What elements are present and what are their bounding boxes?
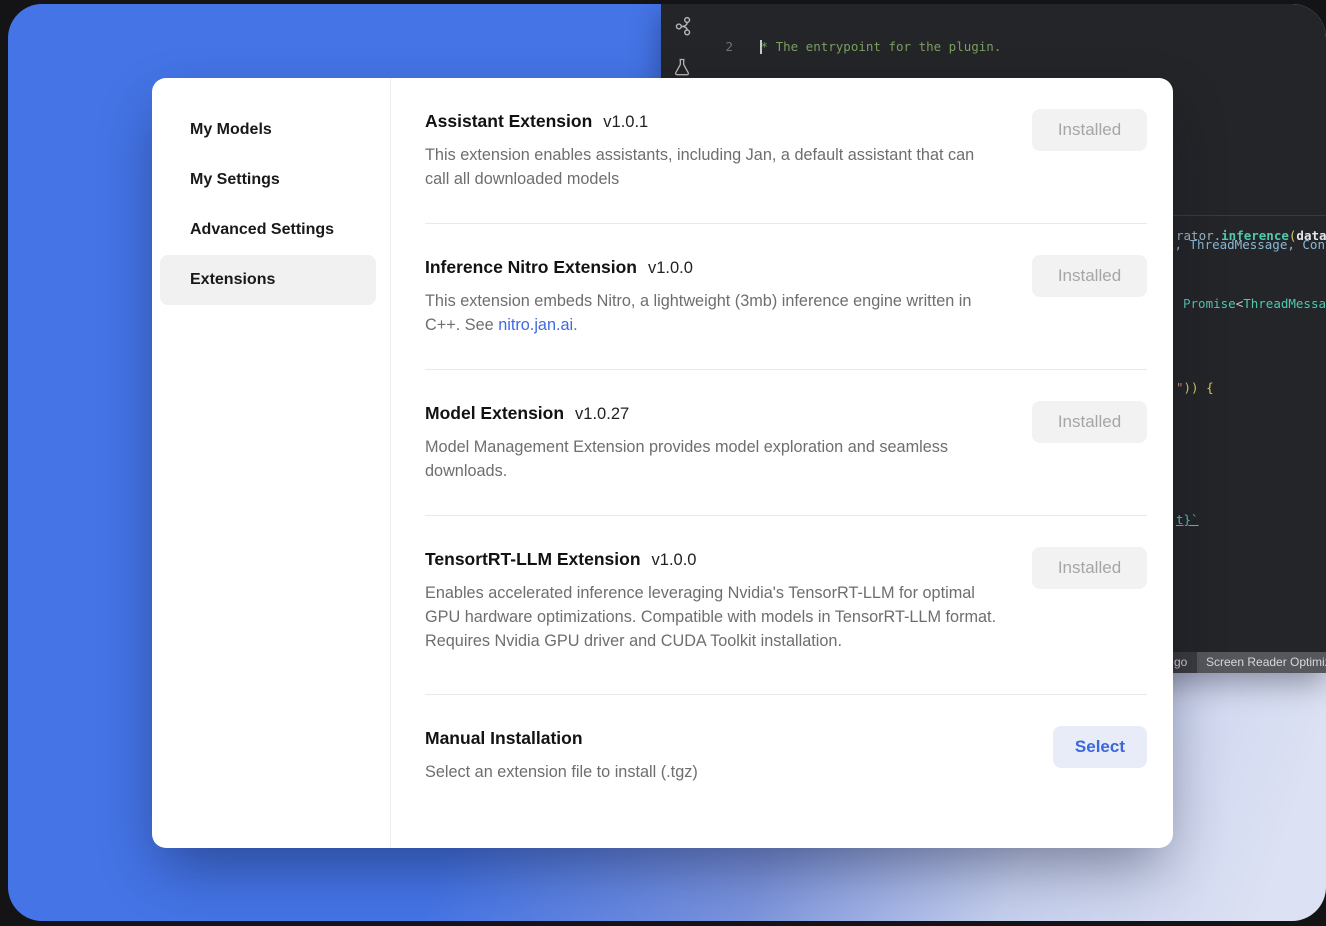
extension-description: Enables accelerated inference leveraging… [425,581,1003,653]
select-file-button[interactable]: Select [1053,726,1147,768]
source-control-icon [672,15,694,42]
extensions-list: Assistant Extensionv1.0.1 This extension… [391,78,1173,848]
extension-row-model: Model Extensionv1.0.27 Model Management … [425,370,1147,516]
screen-reader-status-item: Screen Reader Optimiz [1197,652,1326,673]
nitro-jan-ai-link[interactable]: nitro.jan.ai. [498,316,578,334]
sidebar-item-my-settings[interactable]: My Settings [160,155,376,205]
status-item: go [1174,655,1187,669]
sidebar-item-advanced-settings[interactable]: Advanced Settings [160,205,376,255]
installed-button[interactable]: Installed [1032,547,1147,589]
desktop-background: 2 * The entrypoint for the plugin. 3 */ … [0,0,1326,926]
extension-version: v1.0.0 [652,551,697,569]
text-cursor [760,40,762,54]
code-fragment: rator.inference(data)); [1176,228,1326,243]
installed-button[interactable]: Installed [1032,401,1147,443]
settings-sidebar: My Models My Settings Advanced Settings … [152,78,390,848]
extension-row-assistant: Assistant Extensionv1.0.1 This extension… [425,78,1147,224]
extension-version: v1.0.0 [648,259,693,277]
extension-description: Select an extension file to install (.tg… [425,760,1003,784]
code-line: 2 * The entrypoint for the plugin. [705,39,1326,56]
sidebar-item-extensions[interactable]: Extensions [160,255,376,305]
code-text: * The entrypoint for the plugin. [753,39,1001,56]
extension-row-inference-nitro: Inference Nitro Extensionv1.0.0 This ext… [425,224,1147,370]
hero-gradient-background: 2 * The entrypoint for the plugin. 3 */ … [8,4,1326,921]
installed-button[interactable]: Installed [1032,255,1147,297]
code-fragment: t}` [1176,512,1199,527]
extension-description: This extension embeds Nitro, a lightweig… [425,289,1003,337]
extension-version: v1.0.27 [575,405,629,423]
extension-version: v1.0.1 [603,113,648,131]
extension-description: Model Management Extension provides mode… [425,435,1003,483]
installed-button[interactable]: Installed [1032,109,1147,151]
extension-row-tensorrt-llm: TensortRT-LLM Extensionv1.0.0 Enables ac… [425,516,1147,695]
line-number: 2 [705,39,733,56]
sidebar-divider [390,78,391,848]
sidebar-item-my-models[interactable]: My Models [160,105,376,155]
extension-description: This extension enables assistants, inclu… [425,143,1003,191]
code-fragment: Promise<ThreadMessage> [1183,296,1326,311]
code-fragment: ")) { [1176,380,1214,395]
extension-title: Manual Installation [425,728,1147,749]
manual-installation-row: Manual Installation Select an extension … [425,695,1147,816]
settings-modal: My Models My Settings Advanced Settings … [152,78,1173,848]
